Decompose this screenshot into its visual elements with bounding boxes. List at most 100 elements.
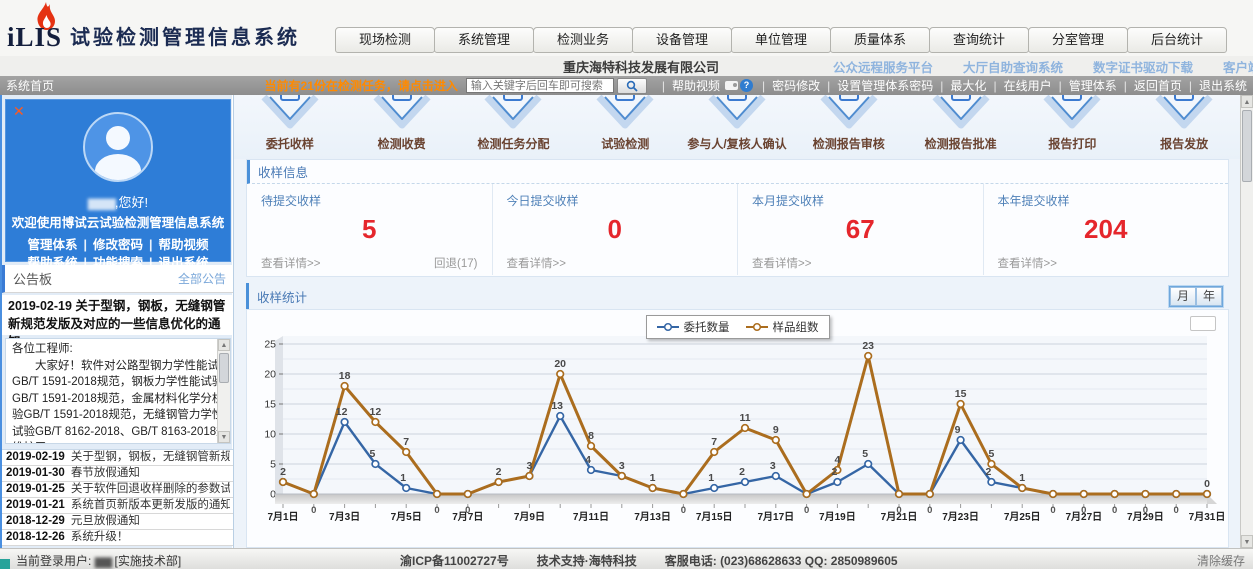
workflow-step[interactable]: 检测任务分配 bbox=[458, 95, 570, 159]
main-scrollbar[interactable]: ▲ ▼ bbox=[1240, 95, 1253, 548]
svg-text:23: 23 bbox=[862, 340, 874, 352]
stat-value: 204 bbox=[998, 209, 1215, 255]
period-button[interactable]: 月 bbox=[1170, 287, 1196, 306]
link-change-password[interactable]: 修改密码 bbox=[93, 238, 143, 252]
menu-change-password[interactable]: 密码修改 bbox=[772, 77, 820, 94]
nav-tab[interactable]: 查询统计 bbox=[929, 27, 1029, 53]
stat-detail-link[interactable]: 查看详情>> bbox=[507, 255, 566, 271]
chart-menu-button[interactable] bbox=[1190, 316, 1216, 331]
link-qms[interactable]: 管理体系 bbox=[27, 238, 77, 252]
scroll-down-icon[interactable]: ▼ bbox=[218, 431, 230, 443]
stat-cell: 本年提交收样 204 查看详情>> bbox=[984, 184, 1229, 275]
link-help-video[interactable]: 帮助视频 bbox=[159, 238, 209, 252]
search-input[interactable] bbox=[466, 78, 614, 93]
notice-title: 系统首页新版本更新发版的通知 bbox=[71, 498, 230, 513]
all-notices-link[interactable]: 全部公告 bbox=[178, 270, 226, 287]
notice-row[interactable]: 2018-12-26 系统升级！ bbox=[2, 530, 234, 546]
svg-text:7月25日: 7月25日 bbox=[1004, 511, 1041, 523]
stat-detail-link[interactable]: 查看详情>> bbox=[261, 255, 320, 271]
stat-extra-link[interactable]: 回退(17) bbox=[434, 255, 477, 271]
workflow-step[interactable]: 检测报告审核 bbox=[793, 95, 905, 159]
notice-headline[interactable]: 2019-02-19 关于型钢，钢板，无缝钢管新规范发版及对应的一些信息优化的通… bbox=[2, 295, 234, 335]
menu-qms[interactable]: 管理体系 bbox=[1069, 77, 1117, 94]
svg-text:7月17日: 7月17日 bbox=[757, 511, 794, 523]
notice-list: 2019-02-19 关于型钢，钢板，无缝钢管新规范发版 2019-01-30 … bbox=[2, 449, 234, 546]
svg-text:0: 0 bbox=[1204, 478, 1210, 490]
menu-set-qms-password[interactable]: 设置管理体系密码 bbox=[837, 77, 933, 94]
notice-row[interactable]: 2019-01-25 关于软件回退收样删除的参数试验数据 bbox=[2, 482, 234, 498]
nav-tab[interactable]: 设备管理 bbox=[632, 27, 732, 53]
scroll-thumb[interactable] bbox=[1242, 110, 1252, 182]
period-toggle: 月年 bbox=[1169, 286, 1223, 307]
legend-marker-icon bbox=[657, 322, 679, 332]
notice-row[interactable]: 2019-01-30 春节放假通知 bbox=[2, 466, 234, 482]
svg-text:1: 1 bbox=[708, 472, 714, 484]
scroll-down-icon[interactable]: ▼ bbox=[1241, 535, 1253, 548]
menu-online-users[interactable]: 在线用户 bbox=[1004, 77, 1052, 94]
svg-text:2: 2 bbox=[280, 466, 286, 478]
nav-tab[interactable]: 系统管理 bbox=[434, 27, 534, 53]
nav-tab[interactable]: 质量体系 bbox=[830, 27, 930, 53]
period-button[interactable]: 年 bbox=[1196, 287, 1222, 306]
question-icon[interactable]: ? bbox=[740, 79, 753, 92]
notice-row[interactable]: 2019-01-21 系统首页新版本更新发版的通知 bbox=[2, 498, 234, 514]
menu-help-video[interactable]: 帮助视频 bbox=[672, 77, 720, 94]
workflow-chevron-icon bbox=[258, 95, 322, 133]
pending-tasks-alert[interactable]: 当前有21份在检测任务，请点击进入 bbox=[265, 77, 458, 94]
menu-maximize[interactable]: 最大化 bbox=[950, 77, 986, 94]
nav-tab[interactable]: 检测业务 bbox=[533, 27, 633, 53]
portal-link[interactable]: 数字证书驱动下载 bbox=[1093, 57, 1193, 76]
main-nav: 现场检测系统管理检测业务设备管理单位管理质量体系查询统计分室管理后台统计 bbox=[335, 27, 1227, 53]
close-icon[interactable]: ✕ bbox=[13, 103, 25, 120]
stat-cell: 今日提交收样 0 查看详情>> bbox=[493, 184, 739, 275]
workflow-step-label: 检测报告审核 bbox=[813, 135, 885, 152]
notice-body-line: 验GB/T 1591-2018规范，无缝钢管力学性能 bbox=[12, 407, 214, 424]
stat-value: 67 bbox=[752, 209, 969, 255]
scroll-thumb[interactable] bbox=[219, 353, 229, 383]
stat-detail-link[interactable]: 查看详情>> bbox=[752, 255, 811, 271]
svg-text:0: 0 bbox=[1050, 505, 1055, 516]
portal-link[interactable]: 客户端下载 bbox=[1223, 57, 1253, 76]
workflow-step[interactable]: 参与人/复核人确认 bbox=[681, 95, 793, 159]
workflow-step[interactable]: 试验检测 bbox=[569, 95, 681, 159]
stats-section-header: 收样统计 月年 bbox=[246, 283, 1229, 309]
svg-text:11: 11 bbox=[739, 412, 750, 424]
workflow-step[interactable]: 检测报告批准 bbox=[905, 95, 1017, 159]
stat-detail-link[interactable]: 查看详情>> bbox=[998, 255, 1057, 271]
portal-link[interactable]: 大厅自助查询系统 bbox=[963, 57, 1063, 76]
notice-row[interactable]: 2019-02-19 关于型钢，钢板，无缝钢管新规范发版 bbox=[2, 450, 234, 466]
legend-item[interactable]: 委托数量 bbox=[657, 319, 730, 335]
search-button[interactable] bbox=[617, 78, 647, 94]
workflow-step[interactable]: 报告打印 bbox=[1016, 95, 1128, 159]
status-bar: 当前登录用户: ▆▆ [实施技术部] 渝ICP备11002727号 技术支持·海… bbox=[0, 548, 1253, 569]
workflow-step[interactable]: 委托收样 bbox=[234, 95, 346, 159]
legend-marker-icon bbox=[746, 322, 768, 332]
nav-tab[interactable]: 单位管理 bbox=[731, 27, 831, 53]
svg-text:7月3日: 7月3日 bbox=[329, 511, 360, 523]
scroll-up-icon[interactable]: ▲ bbox=[1241, 95, 1253, 108]
svg-text:5: 5 bbox=[988, 448, 994, 460]
workflow-step[interactable]: 报告发放 bbox=[1128, 95, 1240, 159]
nav-tab[interactable]: 现场检测 bbox=[335, 27, 435, 53]
svg-text:2: 2 bbox=[985, 466, 991, 478]
menu-home[interactable]: 返回首页 bbox=[1134, 77, 1182, 94]
stat-value: 5 bbox=[261, 209, 478, 255]
svg-text:13: 13 bbox=[551, 400, 563, 412]
legend-item[interactable]: 样品组数 bbox=[746, 319, 819, 335]
video-icon[interactable] bbox=[725, 81, 738, 90]
scroll-up-icon[interactable]: ▲ bbox=[218, 339, 230, 351]
menu-logout[interactable]: 退出系统 bbox=[1199, 77, 1247, 94]
nav-tab[interactable]: 分室管理 bbox=[1028, 27, 1128, 53]
notice-row[interactable]: 2018-12-29 元旦放假通知 bbox=[2, 514, 234, 530]
svg-text:0: 0 bbox=[311, 505, 316, 516]
svg-text:20: 20 bbox=[554, 358, 566, 370]
nav-tab[interactable]: 后台统计 bbox=[1127, 27, 1227, 53]
portal-link[interactable]: 公众远程服务平台 bbox=[833, 57, 933, 76]
svg-text:3: 3 bbox=[619, 460, 625, 472]
svg-text:5: 5 bbox=[862, 448, 868, 460]
clear-cache-link[interactable]: 清除缓存 bbox=[1197, 552, 1245, 569]
workflow-step-label: 试验检测 bbox=[601, 135, 649, 152]
notice-scrollbar[interactable]: ▲ ▼ bbox=[217, 339, 230, 443]
workflow-step[interactable]: 检测收费 bbox=[346, 95, 458, 159]
tech-support: 技术支持·海特科技 bbox=[537, 552, 637, 569]
